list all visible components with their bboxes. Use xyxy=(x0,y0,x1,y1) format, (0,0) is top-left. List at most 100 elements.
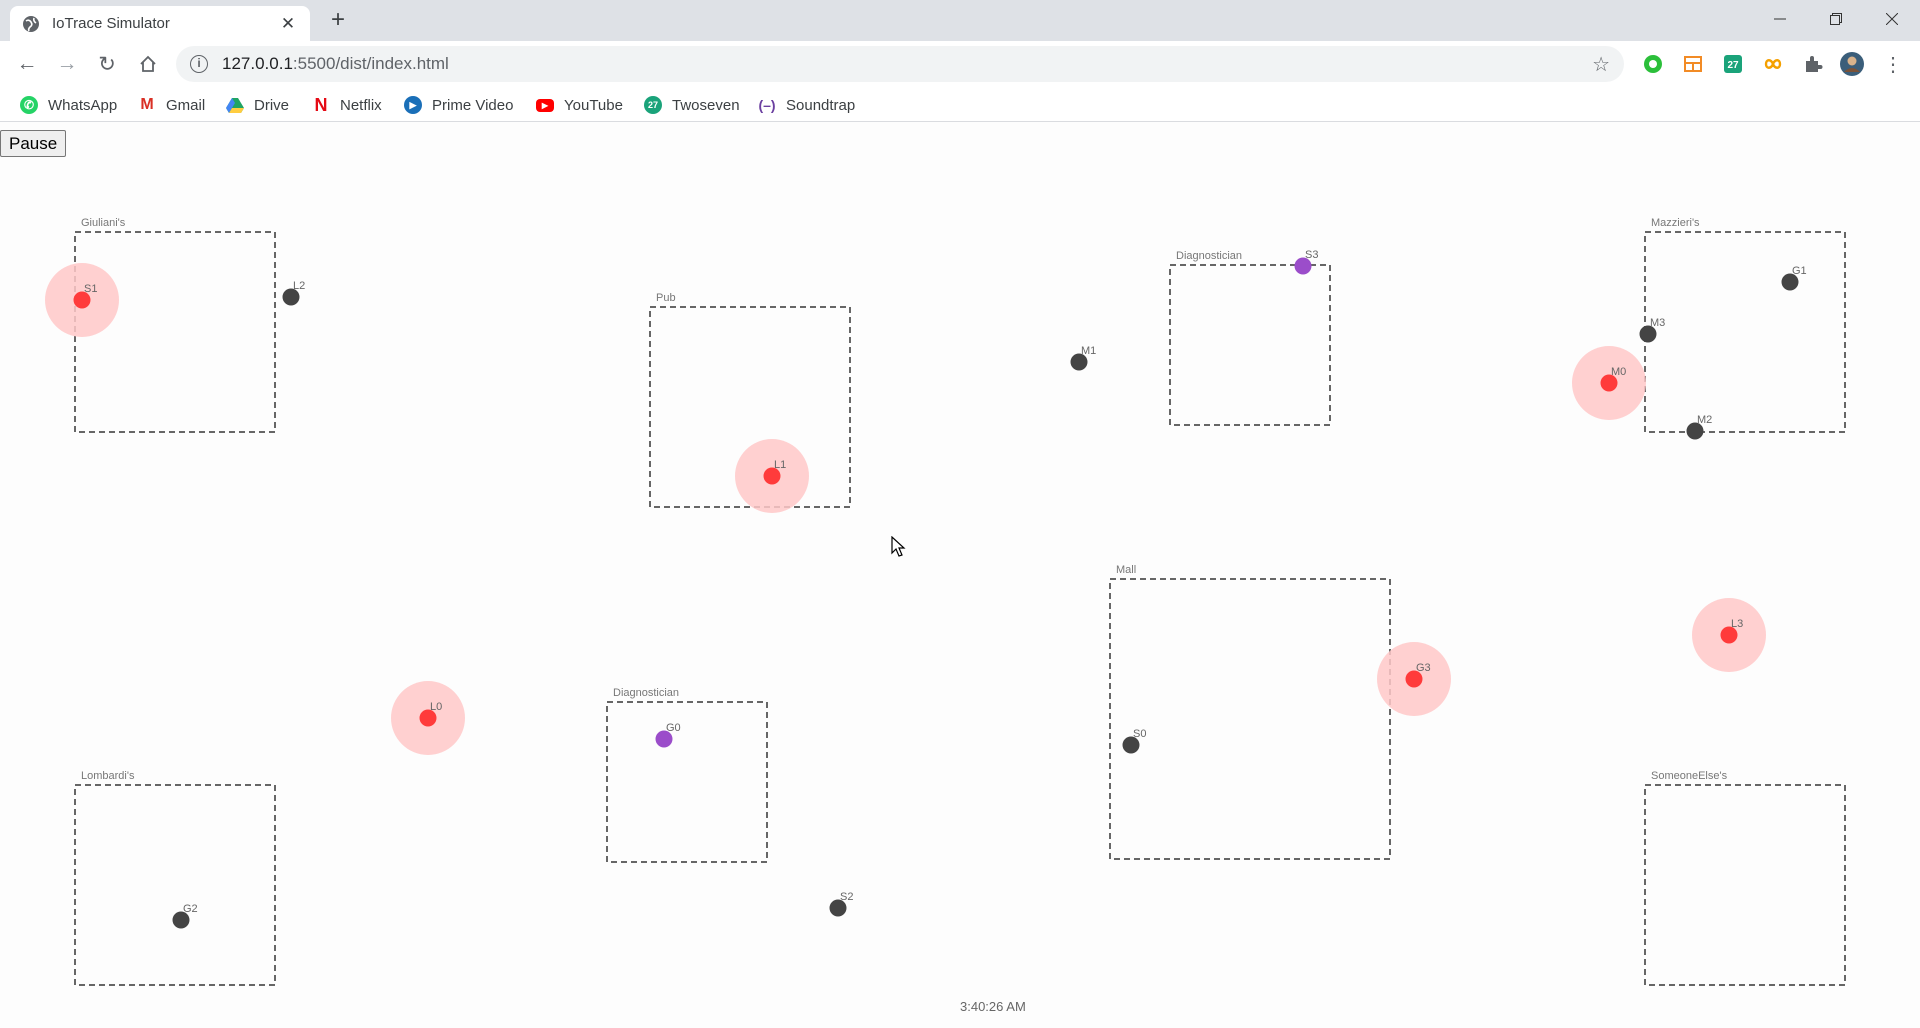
device-label: S1 xyxy=(84,283,97,295)
zone-boundary xyxy=(74,231,276,433)
soundtrap-icon: (–) xyxy=(758,97,776,113)
device-label: G0 xyxy=(666,722,681,734)
back-icon[interactable]: ← xyxy=(12,49,42,79)
youtube-icon: ▶ xyxy=(536,98,554,112)
zone-boundary xyxy=(1644,231,1846,433)
device-s3: S3 xyxy=(1294,249,1318,275)
zone: Diagnostician xyxy=(1169,250,1331,426)
bookmark-youtube[interactable]: ▶ YouTube xyxy=(536,94,623,116)
zone-label: Mall xyxy=(1116,564,1136,576)
menu-kebab-icon[interactable]: ⋮ xyxy=(1880,51,1906,77)
zone: Lombardi's xyxy=(74,770,276,986)
device-label: G3 xyxy=(1416,662,1431,674)
restore-icon[interactable] xyxy=(1808,0,1864,38)
zone: SomeoneElse's xyxy=(1644,770,1846,986)
device-label: L3 xyxy=(1731,618,1743,630)
site-info-icon[interactable]: i xyxy=(190,55,208,73)
gmail-icon: M xyxy=(140,96,154,113)
zone-boundary xyxy=(1169,264,1331,426)
device-label: M1 xyxy=(1081,345,1096,357)
zone-boundary xyxy=(74,784,276,986)
tab-title: IoTrace Simulator xyxy=(52,15,170,32)
bookmark-prime-video[interactable]: ▶ Prime Video xyxy=(404,94,513,116)
twoseven-extension-icon[interactable]: 27 xyxy=(1720,51,1746,77)
extension-infinity-icon[interactable] xyxy=(1760,51,1786,77)
zone: Diagnostician xyxy=(606,687,768,863)
device-s1: S1 xyxy=(45,263,119,337)
zone-label: Mazzieri's xyxy=(1651,217,1700,229)
device-label: L0 xyxy=(430,701,442,713)
bookmark-label: YouTube xyxy=(564,96,623,114)
device-g3: G3 xyxy=(1377,642,1451,716)
zone-boundary xyxy=(1644,784,1846,986)
zone-boundary xyxy=(1109,578,1391,860)
device-m2: M2 xyxy=(1686,414,1712,440)
minimize-icon[interactable] xyxy=(1752,0,1808,38)
bookmark-label: Soundtrap xyxy=(786,96,856,114)
forward-icon[interactable]: → xyxy=(52,49,82,79)
bookmark-twoseven[interactable]: 27 Twoseven xyxy=(644,94,740,116)
device-l1: L1 xyxy=(735,439,809,513)
extension-orange-icon[interactable] xyxy=(1680,51,1706,77)
browser-toolbar: ← → ↻ i 127.0.0.1:5500/dist/index.html ☆… xyxy=(0,41,1920,87)
tab-strip: IoTrace Simulator ✕ + xyxy=(0,0,1920,41)
mouse-cursor-icon xyxy=(891,536,906,557)
prime-video-icon: ▶ xyxy=(404,96,422,114)
close-window-icon[interactable] xyxy=(1864,0,1920,38)
bookmark-whatsapp[interactable]: ✆ WhatsApp xyxy=(20,94,117,116)
reload-icon[interactable]: ↻ xyxy=(92,49,122,79)
profile-avatar[interactable] xyxy=(1839,51,1865,77)
extension-green-icon[interactable] xyxy=(1640,51,1666,77)
zone-label: Lombardi's xyxy=(81,770,135,782)
zone-boundary xyxy=(606,701,768,863)
address-bar[interactable]: i 127.0.0.1:5500/dist/index.html ☆ xyxy=(176,46,1624,82)
device-l0: L0 xyxy=(391,681,465,755)
zone-label: SomeoneElse's xyxy=(1651,770,1728,782)
zone: Mazzieri's xyxy=(1644,217,1846,433)
zone-label: Pub xyxy=(656,292,676,304)
bookmark-gmail[interactable]: M Gmail xyxy=(138,94,205,116)
url-text: 127.0.0.1:5500/dist/index.html xyxy=(222,54,1592,74)
device-label: S2 xyxy=(840,891,853,903)
device-l2: L2 xyxy=(282,280,305,306)
device-label: M2 xyxy=(1697,414,1712,426)
simulation-canvas: Giuliani's Pub Diagnostician Mazzieri's Mall… xyxy=(45,217,1846,986)
bookmark-label: Prime Video xyxy=(432,96,514,114)
device-g2: G2 xyxy=(172,903,198,929)
window-controls xyxy=(1752,0,1920,38)
device-m1: M1 xyxy=(1070,345,1096,371)
twoseven-icon: 27 xyxy=(644,96,662,114)
new-tab-icon[interactable]: + xyxy=(324,6,352,34)
home-icon[interactable] xyxy=(133,49,163,79)
bookmark-soundtrap[interactable]: (–) Soundtrap xyxy=(758,94,855,116)
device-s2: S2 xyxy=(829,891,853,917)
device-g1: G1 xyxy=(1781,265,1807,291)
extensions-puzzle-icon[interactable] xyxy=(1800,51,1826,77)
bookmark-label: Netflix xyxy=(340,96,382,114)
bookmark-star-icon[interactable]: ☆ xyxy=(1592,52,1610,77)
url-path: :5500/dist/index.html xyxy=(292,54,449,73)
bookmark-drive[interactable]: Drive xyxy=(226,94,289,116)
device-m0: M0 xyxy=(1572,346,1646,420)
close-tab-icon[interactable]: ✕ xyxy=(278,14,298,34)
bookmark-label: Twoseven xyxy=(672,96,740,114)
bookmarks-bar: ✆ WhatsApp M Gmail Drive N Netflix ▶ Pri… xyxy=(0,87,1920,122)
bookmark-label: Drive xyxy=(254,96,290,114)
url-host: 127.0.0.1 xyxy=(222,54,293,73)
pause-button[interactable]: Pause xyxy=(0,130,67,157)
device-label: L1 xyxy=(774,459,786,471)
device-label: S0 xyxy=(1133,728,1146,740)
device-l3: L3 xyxy=(1692,598,1766,672)
zone: Mall xyxy=(1109,564,1391,860)
page-content: Giuliani's Pub Diagnostician Mazzieri's Mall… xyxy=(0,122,1920,1028)
browser-tab[interactable]: IoTrace Simulator ✕ xyxy=(10,6,310,41)
device-label: M0 xyxy=(1611,366,1626,378)
bookmark-label: Gmail xyxy=(166,96,206,114)
device-s0: S0 xyxy=(1122,728,1146,754)
netflix-icon: N xyxy=(314,94,328,115)
device-label: S3 xyxy=(1305,249,1318,261)
svg-text:27: 27 xyxy=(1727,60,1739,71)
bookmark-netflix[interactable]: N Netflix xyxy=(312,94,382,116)
device-g0: G0 xyxy=(655,722,681,748)
bookmark-label: WhatsApp xyxy=(48,96,118,114)
